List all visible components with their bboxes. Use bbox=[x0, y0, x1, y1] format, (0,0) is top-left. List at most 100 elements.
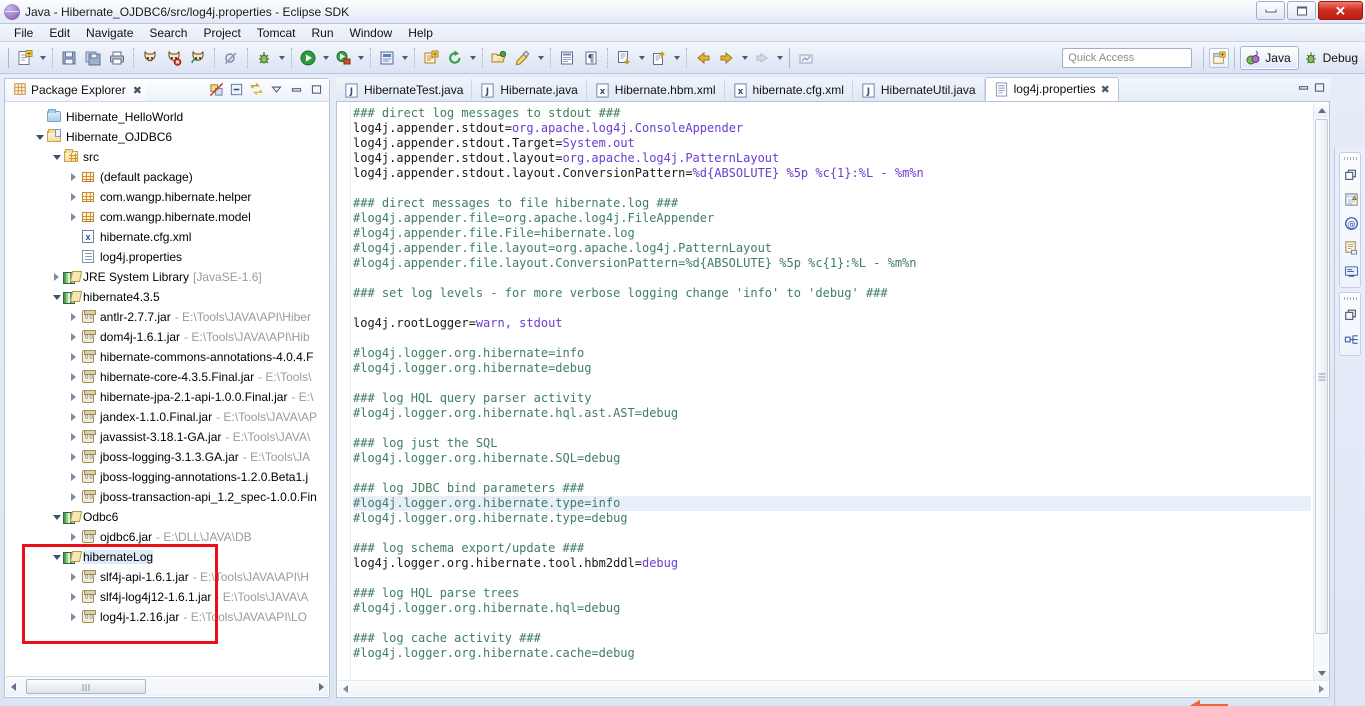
tree-item[interactable]: ojdbc6.jar- E:\DLL\JAVA\DB bbox=[6, 527, 328, 547]
tree-item[interactable]: dom4j-1.6.1.jar- E:\Tools\JAVA\API\Hib bbox=[6, 327, 328, 347]
run-icon[interactable] bbox=[297, 47, 319, 69]
chevron-right-icon[interactable] bbox=[67, 607, 80, 627]
chevron-right-icon[interactable] bbox=[67, 327, 80, 347]
editor-hscrollbar[interactable] bbox=[338, 680, 1328, 696]
external-tools-dropdown-icon[interactable] bbox=[355, 47, 366, 69]
menu-tomcat[interactable]: Tomcat bbox=[249, 25, 304, 41]
run-external-tools-icon[interactable] bbox=[332, 47, 354, 69]
chevron-right-icon[interactable] bbox=[67, 167, 80, 187]
tree-item[interactable]: log4j.properties bbox=[6, 247, 328, 267]
chevron-down-icon[interactable] bbox=[33, 127, 46, 147]
open-type-icon[interactable] bbox=[488, 47, 510, 69]
fast-view-grip-2[interactable] bbox=[1340, 295, 1360, 302]
next-annotation-dropdown-icon[interactable] bbox=[636, 47, 647, 69]
tomcat-stop-icon[interactable] bbox=[163, 47, 185, 69]
new-class-dropdown-icon[interactable] bbox=[399, 47, 410, 69]
tomcat-start-icon[interactable] bbox=[139, 47, 161, 69]
tree-item[interactable]: com.wangp.hibernate.helper bbox=[6, 187, 328, 207]
restore-fastview-icon[interactable] bbox=[1340, 164, 1362, 186]
maximize-editor-icon[interactable] bbox=[1313, 81, 1326, 97]
chevron-right-icon[interactable] bbox=[67, 347, 80, 367]
declaration-view-icon[interactable] bbox=[1340, 236, 1362, 258]
tree-item[interactable]: x hibernate.cfg.xml bbox=[6, 227, 328, 247]
tree-item[interactable]: antlr-2.7.7.jar- E:\Tools\JAVA\API\Hiber bbox=[6, 307, 328, 327]
menu-run[interactable]: Run bbox=[303, 25, 341, 41]
refresh-dropdown-icon[interactable] bbox=[467, 47, 478, 69]
minimize-button[interactable] bbox=[1256, 1, 1285, 20]
editor-hscroll-right-icon[interactable] bbox=[1314, 682, 1328, 696]
save-icon[interactable] bbox=[58, 47, 80, 69]
menu-search[interactable]: Search bbox=[141, 25, 195, 41]
chevron-down-icon[interactable] bbox=[50, 507, 63, 527]
tree-item[interactable]: hibernate4.3.5 bbox=[6, 287, 328, 307]
package-explorer-hscrollbar[interactable] bbox=[6, 676, 328, 696]
forward-dropdown-icon[interactable] bbox=[739, 47, 750, 69]
editor-tab[interactable]: J Hibernate.java bbox=[472, 79, 587, 101]
chevron-right-icon[interactable] bbox=[67, 207, 80, 227]
problems-view-icon[interactable] bbox=[1340, 188, 1362, 210]
fast-view-grip[interactable] bbox=[1340, 155, 1360, 162]
focus-on-active-task-icon[interactable] bbox=[248, 81, 265, 98]
chevron-right-icon[interactable] bbox=[67, 487, 80, 507]
code-content[interactable]: ### direct log messages to stdout ### log… bbox=[353, 106, 1311, 677]
show-whitespace-icon[interactable]: ¶ bbox=[580, 47, 602, 69]
quick-access-input[interactable]: Quick Access bbox=[1062, 47, 1193, 68]
tree-item[interactable]: jboss-logging-3.1.3.GA.jar- E:\Tools\JA bbox=[6, 447, 328, 467]
save-all-icon[interactable] bbox=[82, 47, 104, 69]
chevron-down-icon[interactable] bbox=[50, 547, 63, 567]
tree-item[interactable]: jboss-logging-annotations-1.2.0.Beta1.j bbox=[6, 467, 328, 487]
tree-item[interactable]: slf4j-api-1.6.1.jar- E:\Tools\JAVA\API\H bbox=[6, 567, 328, 587]
open-task-icon[interactable] bbox=[512, 47, 534, 69]
vscroll-down-icon[interactable] bbox=[1314, 666, 1329, 680]
chevron-down-icon[interactable] bbox=[50, 287, 63, 307]
search-dropdown-icon[interactable] bbox=[535, 47, 546, 69]
debug-dropdown-icon[interactable] bbox=[276, 47, 287, 69]
restore-editor-icon[interactable] bbox=[1297, 81, 1310, 97]
menu-help[interactable]: Help bbox=[400, 25, 441, 41]
vscroll-up-icon[interactable] bbox=[1314, 103, 1329, 117]
editor-vscrollbar[interactable] bbox=[1313, 103, 1329, 680]
tree-item[interactable]: jboss-transaction-api_1.2_spec-1.0.0.Fin bbox=[6, 487, 328, 507]
chevron-right-icon[interactable] bbox=[50, 267, 63, 287]
tree-item[interactable]: hibernate-jpa-2.1-api-1.0.0.Final.jar- E… bbox=[6, 387, 328, 407]
forward-icon[interactable] bbox=[716, 47, 738, 69]
vscroll-thumb[interactable] bbox=[1315, 119, 1328, 634]
new-wizard-icon[interactable] bbox=[14, 47, 36, 69]
editor-left-ruler[interactable] bbox=[337, 102, 351, 697]
close-button[interactable]: ✕ bbox=[1318, 1, 1363, 20]
tree-item[interactable]: Odbc6 bbox=[6, 507, 328, 527]
chevron-right-icon[interactable] bbox=[67, 387, 80, 407]
chevron-right-icon[interactable] bbox=[67, 587, 80, 607]
minimize-view-icon[interactable] bbox=[288, 81, 305, 98]
hscroll-left-icon[interactable] bbox=[6, 678, 20, 696]
menu-edit[interactable]: Edit bbox=[41, 25, 78, 41]
menu-file[interactable]: File bbox=[6, 25, 41, 41]
editor-tab[interactable]: x Hibernate.hbm.xml bbox=[586, 79, 725, 101]
tree-item[interactable]: (default package) bbox=[6, 167, 328, 187]
editor-tab[interactable]: J HibernateUtil.java bbox=[852, 79, 985, 101]
chevron-right-icon[interactable] bbox=[67, 187, 80, 207]
tree-item[interactable]: Hibernate_HelloWorld bbox=[6, 107, 328, 127]
view-tab-close-icon[interactable]: ✖ bbox=[133, 84, 142, 97]
forward-gray-icon[interactable] bbox=[751, 47, 773, 69]
chevron-right-icon[interactable] bbox=[67, 407, 80, 427]
maximize-button[interactable] bbox=[1287, 1, 1316, 20]
perspective-debug[interactable]: Debug bbox=[1299, 46, 1365, 70]
editor-tab[interactable]: log4j.properties ✖ bbox=[984, 77, 1119, 101]
collapse-all-icon[interactable] bbox=[228, 81, 245, 98]
link-with-editor-disabled-icon[interactable] bbox=[208, 81, 225, 98]
menu-project[interactable]: Project bbox=[195, 25, 248, 41]
chevron-right-icon[interactable] bbox=[67, 467, 80, 487]
editor-tab[interactable]: x hibernate.cfg.xml bbox=[724, 79, 853, 101]
hscroll-track[interactable] bbox=[20, 679, 314, 694]
tree-item[interactable]: slf4j-log4j12-1.6.1.jar- E:\Tools\JAVA\A bbox=[6, 587, 328, 607]
debug-icon[interactable] bbox=[253, 47, 275, 69]
chevron-right-icon[interactable] bbox=[67, 447, 80, 467]
hscroll-thumb[interactable] bbox=[26, 679, 146, 694]
tree-item[interactable]: javassist-3.18.1-GA.jar- E:\Tools\JAVA\ bbox=[6, 427, 328, 447]
tree-item[interactable]: com.wangp.hibernate.model bbox=[6, 207, 328, 227]
chevron-right-icon[interactable] bbox=[67, 307, 80, 327]
previous-annotation-icon[interactable] bbox=[648, 47, 670, 69]
chevron-right-icon[interactable] bbox=[67, 367, 80, 387]
view-tab-package-explorer[interactable]: Package Explorer ✖ bbox=[9, 79, 146, 101]
